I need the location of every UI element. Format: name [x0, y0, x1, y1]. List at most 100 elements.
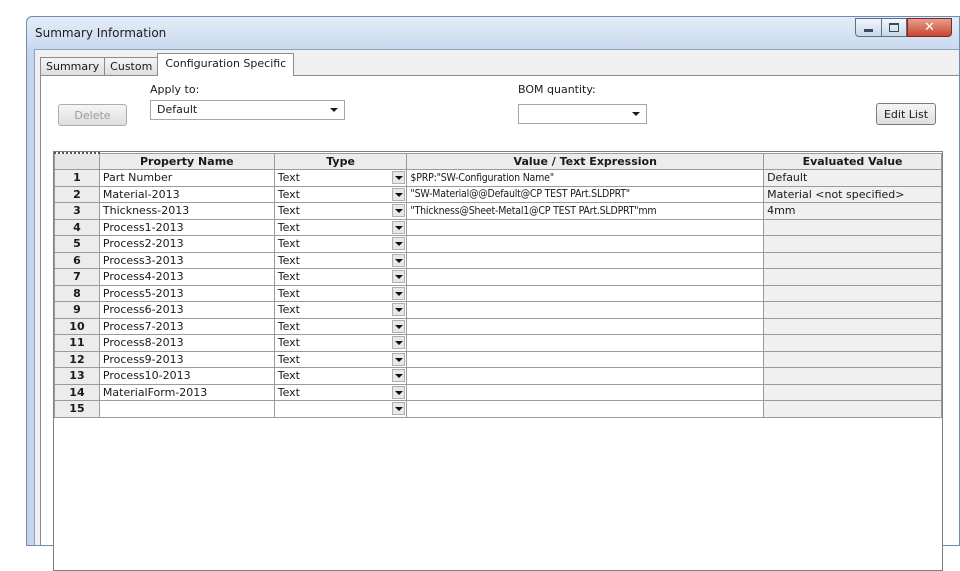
chevron-down-icon[interactable]	[392, 270, 406, 283]
tab-configuration-specific[interactable]: Configuration Specific	[157, 53, 295, 76]
property-name-cell[interactable]: MaterialForm-2013	[98, 383, 275, 401]
close-button[interactable]: ✕	[907, 18, 952, 37]
row-number[interactable]: 6	[54, 251, 100, 269]
row-number[interactable]: 8	[54, 284, 100, 302]
property-name-cell[interactable]: Process1-2013	[98, 218, 275, 236]
type-cell[interactable]: Text	[273, 301, 408, 319]
table-row[interactable]: 13 Process10-2013 Text	[54, 367, 942, 385]
row-number[interactable]: 12	[54, 350, 100, 368]
row-number[interactable]: 9	[54, 301, 100, 319]
chevron-down-icon[interactable]	[392, 402, 406, 415]
type-cell[interactable]	[273, 400, 408, 418]
select-all-corner[interactable]	[54, 152, 100, 170]
tab-custom[interactable]: Custom	[104, 57, 159, 76]
value-expression-cell[interactable]	[406, 317, 765, 335]
row-number[interactable]: 11	[54, 334, 100, 352]
value-expression-cell[interactable]: $PRP:"SW-Configuration Name"	[406, 169, 765, 187]
table-row[interactable]: 10 Process7-2013 Text	[54, 317, 942, 335]
property-name-cell[interactable]: Process10-2013	[98, 367, 275, 385]
chevron-down-icon[interactable]	[392, 352, 406, 366]
row-number[interactable]: 15	[54, 400, 100, 418]
value-expression-cell[interactable]	[406, 218, 765, 236]
value-expression-cell[interactable]	[406, 235, 765, 253]
table-row[interactable]: 6 Process3-2013 Text	[54, 251, 942, 269]
type-cell[interactable]: Text	[273, 334, 408, 352]
property-name-cell[interactable]: Process8-2013	[98, 334, 275, 352]
row-number[interactable]: 10	[54, 317, 100, 335]
chevron-down-icon[interactable]	[392, 286, 406, 300]
value-expression-cell[interactable]: "SW-Material@@Default@CP TEST PArt.SLDPR…	[406, 185, 765, 203]
value-expression-cell[interactable]	[406, 268, 765, 286]
type-cell[interactable]: Text	[273, 367, 408, 385]
chevron-down-icon[interactable]	[392, 336, 406, 349]
property-name-cell[interactable]: Process4-2013	[98, 268, 275, 286]
column-header-value[interactable]: Value / Text Expression	[406, 152, 765, 170]
property-name-cell[interactable]: Process6-2013	[98, 301, 275, 319]
chevron-down-icon[interactable]	[392, 303, 406, 316]
column-header-type[interactable]: Type	[273, 152, 408, 170]
edit-list-button[interactable]: Edit List	[876, 103, 936, 125]
type-cell[interactable]: Text	[273, 383, 408, 401]
row-number[interactable]: 2	[54, 185, 100, 203]
table-row[interactable]: 4 Process1-2013 Text	[54, 218, 942, 236]
value-expression-cell[interactable]	[406, 284, 765, 302]
table-row[interactable]: 5 Process2-2013 Text	[54, 235, 942, 253]
table-row[interactable]: 11 Process8-2013 Text	[54, 334, 942, 352]
property-name-cell[interactable]	[98, 400, 275, 418]
row-number[interactable]: 3	[54, 202, 100, 220]
property-name-cell[interactable]: Process5-2013	[98, 284, 275, 302]
column-header-property-name[interactable]: Property Name	[98, 152, 275, 170]
chevron-down-icon[interactable]	[392, 385, 406, 399]
property-name-cell[interactable]: Material-2013	[98, 185, 275, 203]
value-expression-cell[interactable]	[406, 350, 765, 368]
type-cell[interactable]: Text	[273, 169, 408, 187]
table-row[interactable]: 3 Thickness-2013 Text "Thickness@Sheet-Meta…	[54, 202, 942, 220]
value-expression-cell[interactable]	[406, 400, 765, 418]
row-number[interactable]: 14	[54, 383, 100, 401]
row-number[interactable]: 13	[54, 367, 100, 385]
type-cell[interactable]: Text	[273, 235, 408, 253]
minimize-button[interactable]	[855, 18, 882, 37]
chevron-down-icon[interactable]	[392, 171, 406, 184]
value-expression-cell[interactable]: "Thickness@Sheet-Metal1@CP TEST PArt.SLD…	[406, 202, 765, 220]
property-name-cell[interactable]: Part Number	[98, 169, 275, 187]
column-header-evaluated-value[interactable]: Evaluated Value	[763, 152, 942, 170]
property-name-cell[interactable]: Process2-2013	[98, 235, 275, 253]
property-name-cell[interactable]: Process9-2013	[98, 350, 275, 368]
table-row[interactable]: 7 Process4-2013 Text	[54, 268, 942, 286]
table-row[interactable]: 2 Material-2013 Text "SW-Material@@Default@…	[54, 185, 942, 203]
chevron-down-icon[interactable]	[392, 204, 406, 217]
table-row[interactable]: 14 MaterialForm-2013 Text	[54, 383, 942, 401]
table-row[interactable]: 15	[54, 400, 942, 418]
row-number[interactable]: 4	[54, 218, 100, 236]
value-expression-cell[interactable]	[406, 367, 765, 385]
value-expression-cell[interactable]	[406, 301, 765, 319]
chevron-down-icon[interactable]	[392, 220, 406, 234]
chevron-down-icon[interactable]	[392, 237, 406, 250]
property-name-cell[interactable]: Process3-2013	[98, 251, 275, 269]
type-cell[interactable]: Text	[273, 202, 408, 220]
tab-summary[interactable]: Summary	[40, 57, 106, 76]
type-cell[interactable]: Text	[273, 284, 408, 302]
maximize-button[interactable]	[881, 18, 907, 37]
row-number[interactable]: 1	[54, 169, 100, 187]
chevron-down-icon[interactable]	[392, 319, 406, 333]
table-row[interactable]: 9 Process6-2013 Text	[54, 301, 942, 319]
type-cell[interactable]: Text	[273, 185, 408, 203]
apply-to-select[interactable]: Default	[150, 100, 345, 120]
table-row[interactable]: 1 Part Number Text $PRP:"SW-Configuration N…	[54, 169, 942, 187]
row-number[interactable]: 5	[54, 235, 100, 253]
type-cell[interactable]: Text	[273, 317, 408, 335]
value-expression-cell[interactable]	[406, 383, 765, 401]
row-number[interactable]: 7	[54, 268, 100, 286]
type-cell[interactable]: Text	[273, 218, 408, 236]
chevron-down-icon[interactable]	[392, 253, 406, 267]
property-name-cell[interactable]: Thickness-2013	[98, 202, 275, 220]
value-expression-cell[interactable]	[406, 251, 765, 269]
type-cell[interactable]: Text	[273, 251, 408, 269]
chevron-down-icon[interactable]	[392, 187, 406, 201]
value-expression-cell[interactable]	[406, 334, 765, 352]
type-cell[interactable]: Text	[273, 268, 408, 286]
bom-quantity-select[interactable]	[518, 104, 647, 124]
property-name-cell[interactable]: Process7-2013	[98, 317, 275, 335]
